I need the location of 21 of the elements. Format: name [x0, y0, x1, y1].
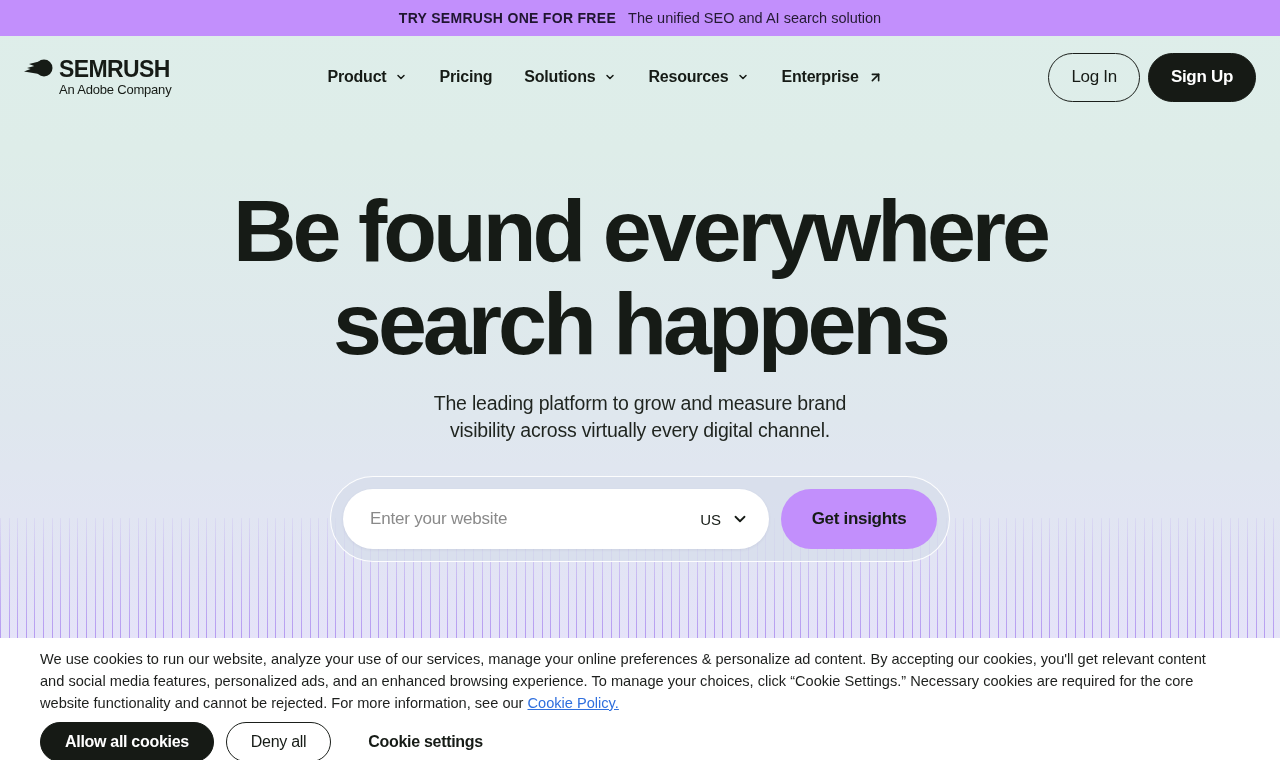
hero-subtitle: The leading platform to grow and measure brand visibility across virtually every digital channel. [432, 391, 848, 443]
logo-wordmark: SEMRUSH [59, 58, 171, 79]
cookie-policy-link[interactable]: Cookie Policy. [527, 695, 619, 711]
sign-up-button[interactable]: Sign Up [1147, 52, 1256, 102]
cookie-notice-text: We use cookies to run our website, analyze your use of our services, manage your online preferences & personalize ad content. By accepting our cookies, you'll get relevant content and social media features, personalized ads, and an enhanced browsing experience. To manage your choices, click “Cookie Settings.” Necessary cookies are required for the core website functionality and cannot be rejected. For more information, see our Cookie Policy. [40, 650, 1207, 713]
comet-logo-icon [24, 58, 53, 77]
website-input-field[interactable]: Enter your website US [343, 489, 769, 549]
get-insights-button[interactable]: Get insights [781, 489, 937, 549]
logo-subline: An Adobe Company [59, 81, 172, 98]
nav-item[interactable]: Product [311, 60, 424, 94]
promo-headline: TRY SEMRUSH ONE FOR FREE [398, 10, 617, 26]
nav-item[interactable]: Solutions [508, 60, 633, 94]
promo-tagline: The unified SEO and AI search solution [628, 10, 882, 26]
hero-headline: Be found everywhere search happens [231, 184, 1049, 370]
settings-button[interactable]: Cookie settings [343, 722, 508, 760]
promo-banner[interactable]: TRY SEMRUSH ONE FOR FREE The unified SEO and AI search solution [0, 0, 1280, 36]
allow-cookies-button[interactable]: Allow all cookies [40, 722, 214, 760]
nav-item[interactable]: Resources [632, 60, 766, 94]
nav-item[interactable]: Pricing [423, 60, 509, 94]
nav-item[interactable]: Enterprise [765, 60, 899, 94]
country-select[interactable]: US [700, 506, 749, 532]
